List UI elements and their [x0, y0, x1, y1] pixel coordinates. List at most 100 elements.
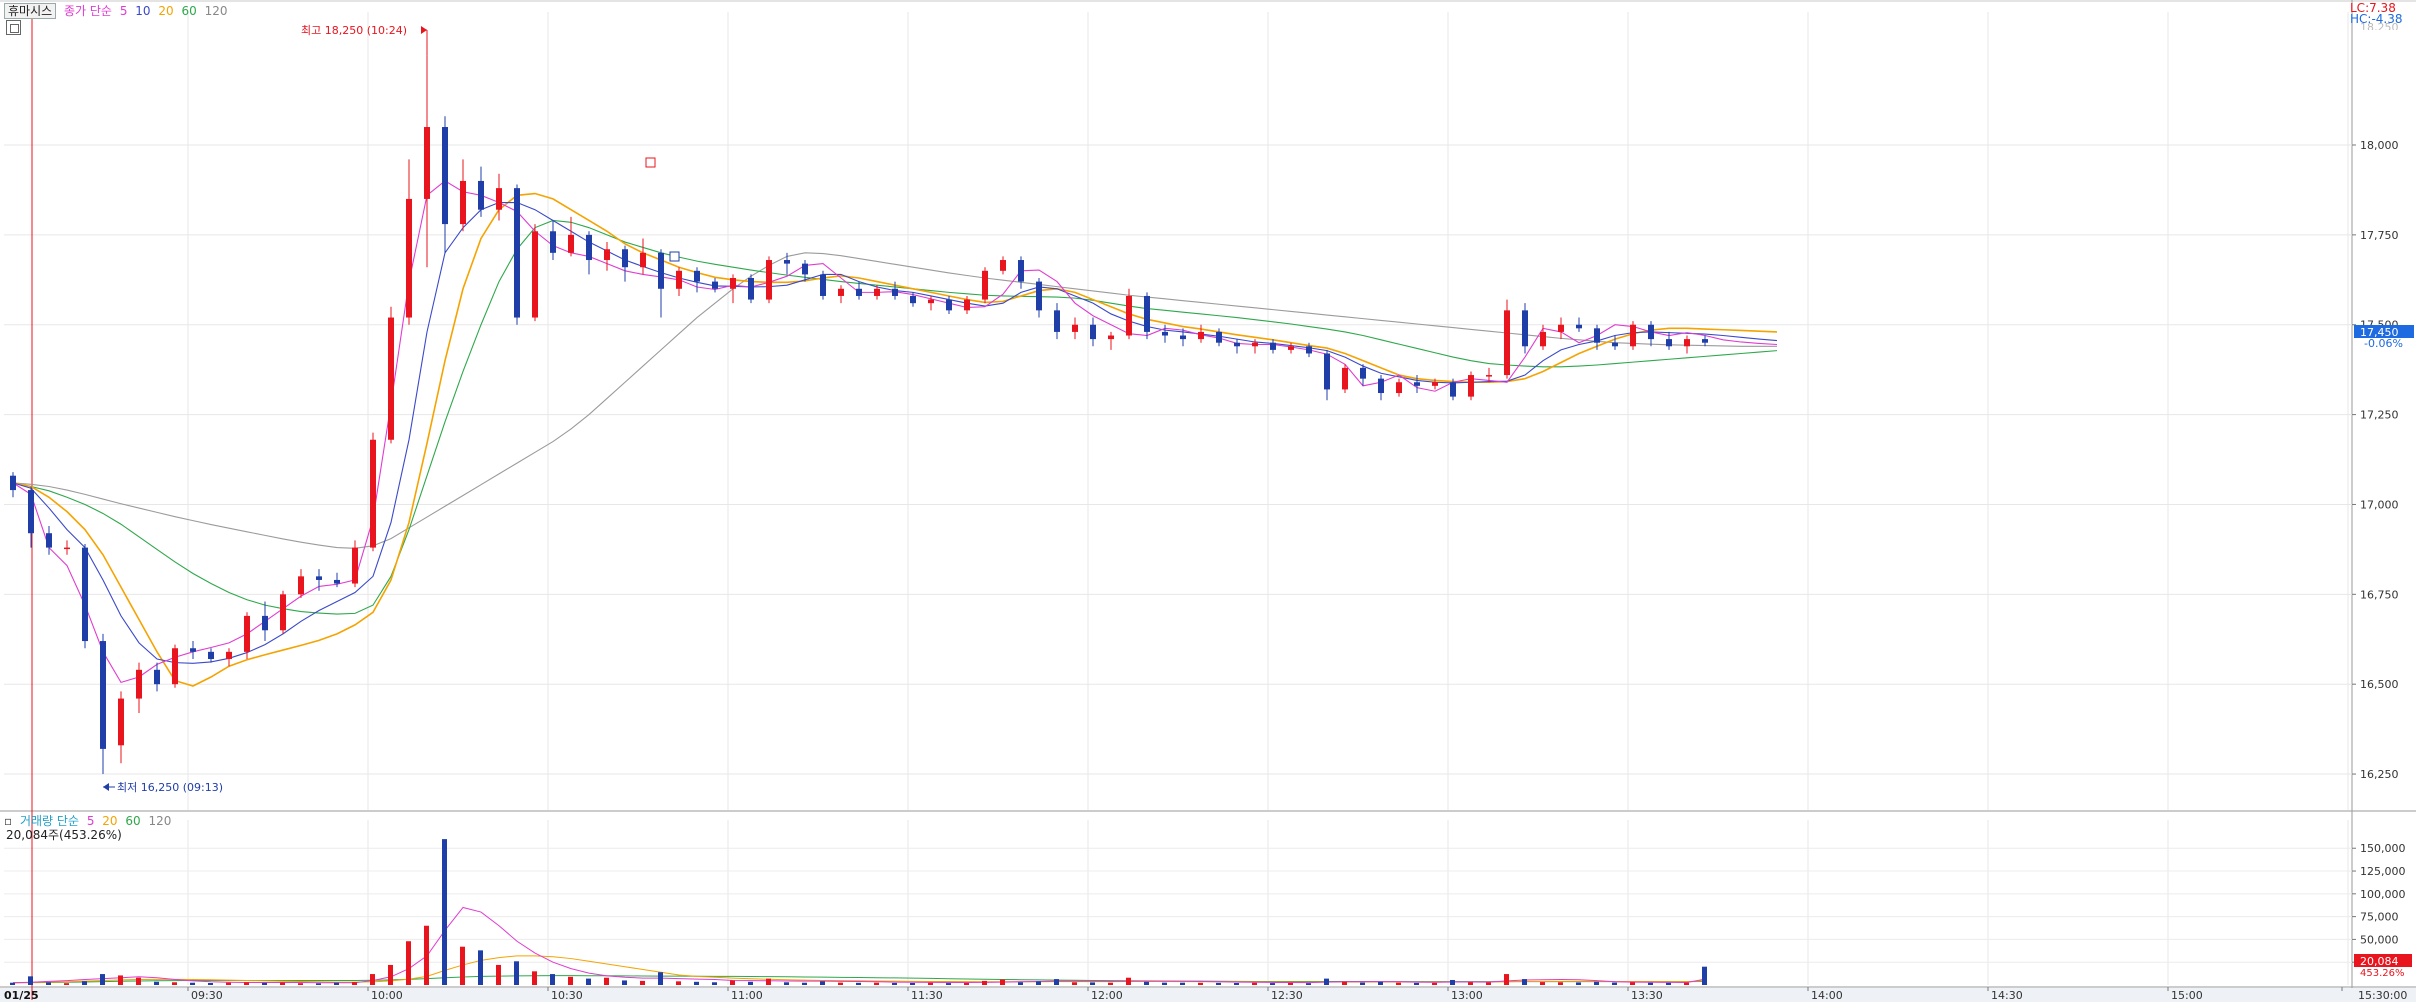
volume-ma20-line [12, 955, 1706, 984]
volume-bar [982, 980, 987, 985]
candle-body [1090, 324, 1096, 340]
volume-bar [604, 977, 609, 985]
candle-body [244, 615, 250, 652]
volume-bar [460, 946, 465, 985]
price-tick-label: 17,000 [2360, 498, 2399, 511]
candle-body [28, 490, 34, 534]
stock-chart[interactable]: 18,00017,75017,50017,25017,00016,75016,5… [0, 0, 2416, 1002]
volume-bar [1270, 983, 1275, 985]
volume-bar [280, 982, 285, 985]
volume-bar [1558, 982, 1563, 985]
candle-body [838, 288, 844, 296]
volume-bar [874, 982, 879, 985]
candle-body [1144, 295, 1150, 332]
candle-body [46, 533, 52, 548]
volume-bar [82, 981, 87, 985]
candle-body [748, 278, 754, 300]
ma120-legend[interactable]: 120 [205, 4, 228, 18]
volume-bar [1144, 981, 1149, 985]
stock-name-tab[interactable]: 휴마시스 [4, 3, 57, 19]
candle-body [1198, 331, 1204, 340]
volume-bar [1630, 982, 1635, 985]
candle-body [766, 260, 772, 300]
volume-bar [1396, 982, 1401, 985]
low-label: 최저 16,250 (09:13) [117, 781, 223, 794]
candle-body [892, 288, 898, 296]
volume-bar [1522, 979, 1527, 985]
volume-bar [406, 941, 411, 985]
candle-body [910, 295, 916, 304]
time-axis-bg [0, 988, 2416, 1002]
candle-body [1054, 310, 1060, 332]
candle-body [712, 281, 718, 289]
candle-body [1594, 328, 1600, 343]
candle-body [226, 651, 232, 660]
time-label: 12:00 [1091, 989, 1123, 1002]
volume-tick-label: 100,000 [2360, 888, 2406, 901]
candle-body [1000, 260, 1006, 271]
volume-bar [1702, 966, 1707, 985]
candle-body [514, 188, 520, 318]
chart-canvas[interactable]: 18,00017,75017,50017,25017,00016,75016,5… [0, 0, 2416, 1002]
volume-bar [118, 975, 123, 985]
ma10-legend[interactable]: 10 [135, 4, 150, 18]
volume-bar [1450, 979, 1455, 985]
volume-bar [208, 982, 213, 985]
price-tick-label: 17,750 [2360, 229, 2399, 242]
candle-body [64, 547, 70, 550]
candle-body [1036, 281, 1042, 311]
candle-body [946, 299, 952, 311]
price-tick-label: 16,500 [2360, 678, 2399, 691]
current-price-change: -0.06% [2364, 337, 2403, 350]
volume-bar [1468, 982, 1473, 985]
ma5-legend[interactable]: 5 [120, 4, 128, 18]
volume-bar [316, 983, 321, 985]
ma60-legend[interactable]: 60 [182, 4, 197, 18]
volume-bar [1198, 982, 1203, 985]
volume-bar [622, 980, 627, 985]
volume-bar [28, 976, 33, 985]
ma60-line [12, 219, 1778, 615]
candle-body [172, 648, 178, 685]
volume-bar [154, 981, 159, 985]
volume-bar [370, 974, 375, 985]
time-label: 14:30 [1991, 989, 2023, 1002]
price-tick-label: 16,750 [2360, 588, 2399, 601]
candle-body [154, 669, 160, 685]
volume-bar [388, 964, 393, 985]
axis-top-partial: 18,250 [2360, 22, 2399, 30]
candle-body [190, 648, 196, 652]
candle-body [1288, 346, 1294, 350]
candle-body [1342, 367, 1348, 390]
volume-bar [442, 839, 447, 985]
candle-body [1702, 339, 1708, 343]
grid-toggle-icon[interactable] [6, 20, 21, 35]
volume-bar [1126, 977, 1131, 985]
candle-body [406, 198, 412, 318]
candle-body [460, 180, 466, 225]
candle-body [334, 579, 340, 584]
candle-body [802, 263, 808, 275]
time-label: 13:00 [1451, 989, 1483, 1002]
time-label: 10:30 [551, 989, 583, 1002]
candle-body [604, 249, 610, 261]
volume-bar [946, 983, 951, 985]
volume-bar [1234, 982, 1239, 985]
candle-body [658, 252, 664, 289]
candle-body [1684, 339, 1690, 347]
candle-body [1612, 342, 1618, 347]
volume-ma5-line [12, 906, 1706, 984]
vol-ma60-legend[interactable]: 60 [125, 814, 140, 828]
volume-bar [1216, 982, 1221, 985]
volume-bar [802, 982, 807, 985]
volume-bar [640, 980, 645, 985]
volume-bar [1342, 981, 1347, 985]
date-label: 01/25 [4, 989, 39, 1002]
price-legend: 휴마시스 종가 단순 5 10 20 60 120 [4, 2, 232, 19]
volume-bar [1432, 982, 1437, 985]
candle-body [118, 698, 124, 746]
ma20-legend[interactable]: 20 [158, 4, 173, 18]
vol-ma120-legend[interactable]: 120 [149, 814, 172, 828]
candle-body [964, 299, 970, 311]
volume-bar [694, 981, 699, 985]
